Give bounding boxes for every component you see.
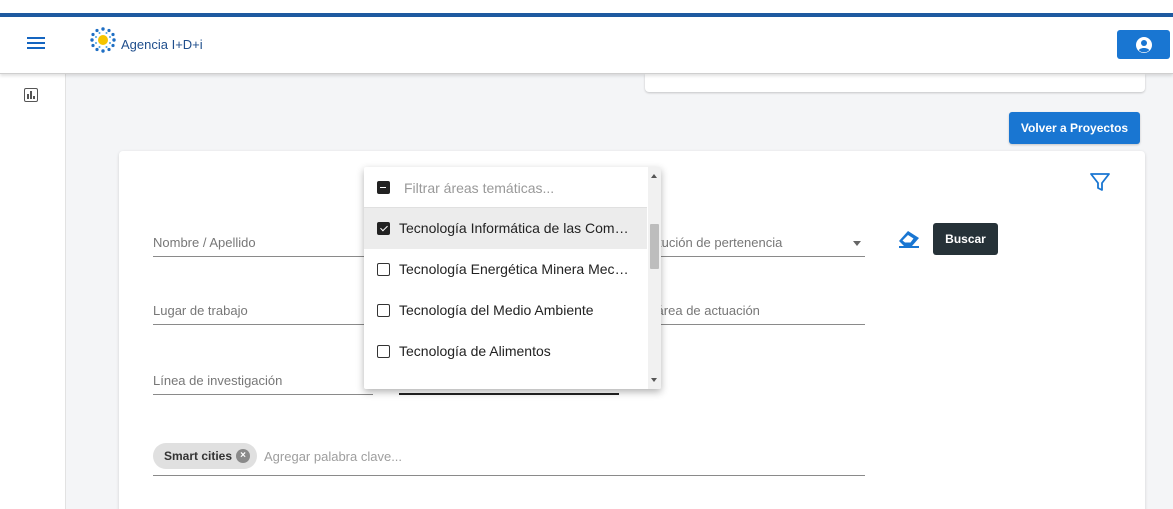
user-circle-icon [1135,36,1152,53]
scroll-down-arrow-icon[interactable] [651,378,657,382]
eraser-icon[interactable] [896,227,922,249]
top-strip [0,0,1173,13]
area-option-checkbox[interactable] [377,263,390,276]
linea-investigacion-field[interactable]: Línea de investigación [153,360,373,395]
area-option[interactable]: Tecnología de Alimentos [364,331,647,372]
agencia-logo [88,25,118,55]
lugar-trabajo-field[interactable]: Lugar de trabajo [153,290,373,325]
buscar-button[interactable]: Buscar [933,223,998,255]
areas-filter-row [364,167,647,208]
areas-tematicas-dropdown: Tecnología Informática de las Comunicaci… [364,167,661,389]
caret-down-icon [853,241,861,246]
institucion-placeholder: stitución de pertenencia [645,235,783,250]
nombre-apellido-field[interactable]: Nombre / Apellido [153,222,373,257]
dropdown-scrollbar[interactable] [648,167,661,389]
filter-icon[interactable] [1089,171,1111,193]
area-option-checkbox[interactable] [377,345,390,358]
keyword-input[interactable] [264,447,764,465]
app-header: Agencia I+D+i [0,17,1173,74]
summary-card [645,74,1145,92]
scrollbar-thumb[interactable] [650,224,659,269]
areas-select-underline[interactable] [399,393,619,395]
subarea-field[interactable]: b-área de actuación [645,290,865,325]
keyword-chip-label: Smart cities [164,449,233,463]
area-option-label: Tecnología Informática de las Comunicaci… [399,220,634,236]
area-option-label: Tecnología Energética Minera Mecánica [399,261,634,277]
user-account-button[interactable] [1117,30,1170,59]
area-option-checkbox[interactable] [377,222,390,235]
sidebar [0,74,66,509]
hamburger-menu-icon[interactable] [27,37,45,51]
area-option-label: Tecnología de Alimentos [399,343,551,359]
keyword-underline [153,475,865,476]
area-option[interactable]: Tecnología del Medio Ambiente [364,290,647,331]
areas-filter-input[interactable] [404,178,639,198]
brand-name: Agencia I+D+i [121,37,203,52]
subarea-placeholder: b-área de actuación [645,303,760,318]
area-option-label: Tecnología del Medio Ambiente [399,302,594,318]
select-all-checkbox[interactable] [377,181,390,194]
chart-icon[interactable] [24,88,38,102]
nombre-apellido-placeholder: Nombre / Apellido [153,235,256,250]
scroll-up-arrow-icon[interactable] [651,174,657,178]
area-option[interactable]: Tecnología Informática de las Comunicaci… [364,208,647,249]
lugar-trabajo-placeholder: Lugar de trabajo [153,303,248,318]
linea-investigacion-placeholder: Línea de investigación [153,373,283,388]
remove-chip-icon[interactable]: × [236,449,250,463]
area-option-checkbox[interactable] [377,304,390,317]
volver-proyectos-button[interactable]: Volver a Proyectos [1009,112,1140,144]
institucion-select[interactable]: stitución de pertenencia [645,222,865,257]
keyword-chip[interactable]: Smart cities × [153,443,257,469]
area-option[interactable]: Tecnología Energética Minera Mecánica [364,249,647,290]
